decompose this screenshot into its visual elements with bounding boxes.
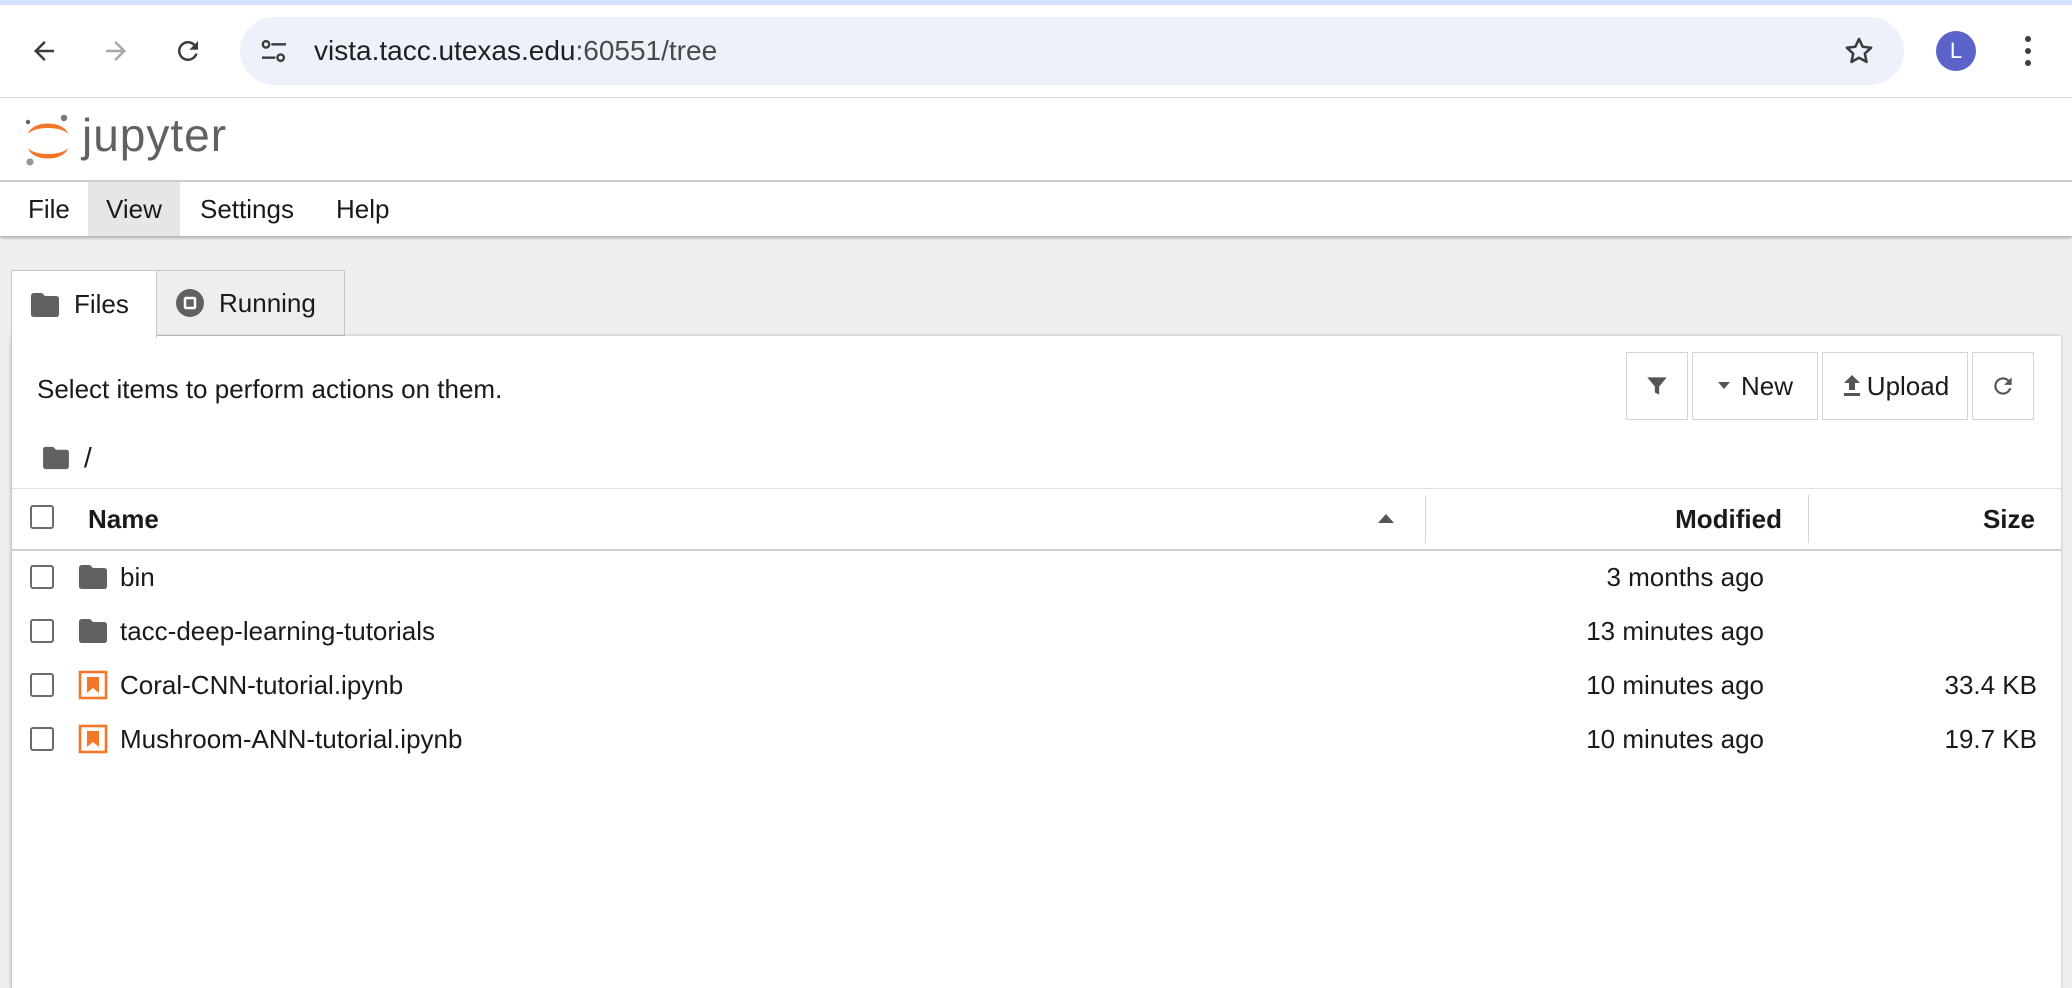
breadcrumb: /: [42, 438, 92, 478]
menu-bar: File View Settings Help: [0, 182, 2072, 236]
jupyter-logo-icon[interactable]: [22, 112, 74, 168]
row-checkbox[interactable]: [30, 673, 54, 697]
menu-view[interactable]: View: [88, 182, 180, 236]
breadcrumb-root[interactable]: /: [84, 442, 92, 474]
url-text[interactable]: vista.tacc.utexas.edu:60551/tree: [314, 17, 717, 85]
jupyter-header: jupyter: [0, 98, 2072, 182]
new-button[interactable]: New: [1692, 352, 1818, 420]
file-row[interactable]: bin 3 months ago: [12, 550, 2061, 604]
file-list-header: Name Modified Size: [12, 488, 2061, 551]
browser-menu-button[interactable]: [2010, 29, 2046, 73]
file-name[interactable]: Mushroom-ANN-tutorial.ipynb: [120, 712, 462, 766]
new-button-label: New: [1740, 370, 1793, 401]
upload-button-label: Upload: [1866, 370, 1950, 401]
forward-button[interactable]: [94, 29, 138, 73]
file-row[interactable]: Mushroom-ANN-tutorial.ipynb 10 minutes a…: [12, 712, 2061, 766]
folder-icon: [79, 565, 107, 589]
sort-ascending-icon[interactable]: [1378, 514, 1394, 523]
file-row[interactable]: Coral-CNN-tutorial.ipynb 10 minutes ago …: [12, 658, 2061, 712]
profile-avatar[interactable]: L: [1936, 31, 1976, 71]
file-size: 33.4 KB: [1944, 670, 2037, 700]
upload-button[interactable]: Upload: [1822, 352, 1968, 420]
menu-settings[interactable]: Settings: [182, 182, 312, 236]
address-bar[interactable]: vista.tacc.utexas.edu:60551/tree: [240, 17, 1904, 85]
site-settings-icon[interactable]: [258, 35, 290, 67]
file-browser-panel: Select items to perform actions on them.…: [11, 336, 2061, 988]
select-all-checkbox[interactable]: [30, 505, 54, 529]
column-modified-header[interactable]: Modified: [1675, 489, 1782, 549]
notebook-icon: [78, 724, 108, 754]
column-divider[interactable]: [1808, 495, 1809, 543]
menu-help[interactable]: Help: [318, 182, 407, 236]
url-path: :60551/tree: [575, 35, 718, 66]
column-divider[interactable]: [1425, 495, 1426, 543]
caret-down-icon: [1717, 382, 1730, 389]
row-checkbox[interactable]: [30, 619, 54, 643]
notebook-icon: [78, 670, 108, 700]
file-modified: 3 months ago: [1606, 562, 1764, 592]
filter-icon: [1647, 377, 1667, 395]
row-checkbox[interactable]: [30, 727, 54, 751]
tab-running-label: Running: [219, 287, 316, 318]
tab-running[interactable]: Running: [157, 270, 345, 336]
selection-hint: Select items to perform actions on them.: [37, 374, 503, 404]
url-host: vista.tacc.utexas.edu: [314, 35, 576, 66]
kebab-dot-icon: [2025, 60, 2031, 66]
file-modified: 13 minutes ago: [1586, 616, 1764, 646]
tab-files[interactable]: Files: [11, 270, 157, 338]
column-name-header[interactable]: Name: [88, 489, 159, 549]
browser-toolbar: vista.tacc.utexas.edu:60551/tree L: [0, 5, 2072, 98]
arrow-left-icon: [34, 41, 54, 61]
folder-icon: [79, 619, 107, 643]
back-button[interactable]: [22, 29, 66, 73]
stop-circle-icon: [176, 289, 204, 317]
upload-icon: [1843, 375, 1860, 396]
folder-icon: [31, 292, 59, 317]
file-size: 19.7 KB: [1944, 724, 2037, 754]
column-size-header[interactable]: Size: [1983, 489, 2035, 549]
file-modified: 10 minutes ago: [1586, 724, 1764, 754]
file-name[interactable]: Coral-CNN-tutorial.ipynb: [120, 658, 403, 712]
filter-button[interactable]: [1626, 352, 1688, 420]
row-checkbox[interactable]: [30, 565, 54, 589]
reload-button[interactable]: [166, 29, 210, 73]
file-name[interactable]: tacc-deep-learning-tutorials: [120, 604, 435, 658]
refresh-button[interactable]: [1972, 352, 2034, 420]
kebab-dot-icon: [2025, 36, 2031, 42]
file-modified: 10 minutes ago: [1586, 670, 1764, 700]
kebab-dot-icon: [2025, 48, 2031, 54]
tab-files-label: Files: [74, 289, 129, 319]
arrow-right-icon: [106, 41, 126, 61]
bookmark-star-icon[interactable]: [1842, 34, 1876, 68]
refresh-icon: [1994, 377, 2012, 395]
file-name[interactable]: bin: [120, 550, 155, 604]
menu-file[interactable]: File: [10, 182, 88, 236]
folder-icon[interactable]: [42, 446, 70, 470]
reload-icon: [177, 40, 198, 61]
file-row[interactable]: tacc-deep-learning-tutorials 13 minutes …: [12, 604, 2061, 658]
jupyter-wordmark: jupyter: [82, 109, 228, 161]
